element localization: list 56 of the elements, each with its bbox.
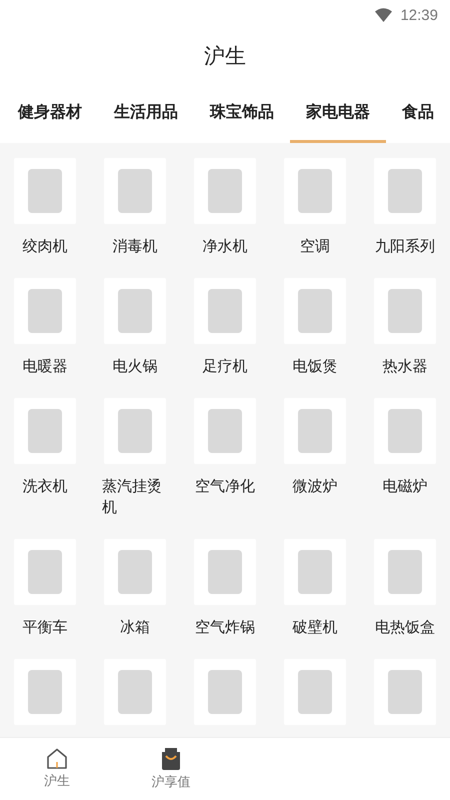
category-tab[interactable]: 生活用品 — [98, 82, 194, 143]
product-label: 微波炉 — [292, 476, 338, 497]
product-photo[interactable] — [194, 659, 256, 725]
product-label: 电磁炉 — [382, 476, 428, 497]
product-label: 消毒机 — [112, 236, 158, 257]
product-photo[interactable] — [14, 278, 76, 344]
product-label: 电热饭盒 — [375, 617, 435, 638]
product-label: 足疗机 — [202, 356, 248, 377]
product-label: 洗衣机 — [22, 476, 68, 497]
product-photo[interactable] — [284, 158, 346, 224]
product-photo[interactable] — [374, 398, 436, 464]
nav-tab[interactable]: 沪享值 — [114, 738, 228, 800]
product-label: 空调 — [300, 236, 330, 257]
nav-tab[interactable]: 沪生 — [0, 738, 114, 800]
product-photo[interactable] — [194, 158, 256, 224]
product-photo[interactable] — [374, 539, 436, 605]
product-label: 九阳系列 — [375, 236, 435, 257]
product-label: 空气炸锅 — [195, 617, 255, 638]
page-title: 沪生 — [204, 43, 246, 70]
product-photo[interactable] — [284, 278, 346, 344]
product-label: 蒸汽挂烫机 — [102, 476, 163, 518]
product-photo[interactable] — [14, 659, 76, 725]
product-photo[interactable] — [14, 539, 76, 605]
product-photo[interactable] — [104, 398, 166, 464]
product-photo[interactable] — [374, 278, 436, 344]
product-photo[interactable] — [194, 278, 256, 344]
product-photo[interactable] — [104, 539, 166, 605]
product-photo[interactable] — [14, 158, 76, 224]
status-time: 12:39 — [400, 6, 438, 24]
product-photo[interactable] — [374, 659, 436, 725]
product-label: 冰箱 — [120, 617, 150, 638]
product-label: 电暖器 — [22, 356, 68, 377]
shopping-bag-icon — [161, 747, 181, 770]
product-photo[interactable] — [374, 158, 436, 224]
product-photo[interactable] — [194, 398, 256, 464]
home-icon — [46, 748, 68, 769]
category-tab[interactable]: 珠宝饰品 — [194, 82, 290, 143]
product-label: 电饭煲 — [292, 356, 338, 377]
category-tab[interactable]: 食品 — [386, 82, 450, 143]
product-label: 热水器 — [382, 356, 428, 377]
wifi-icon — [375, 8, 392, 22]
product-label: 绞肉机 — [22, 236, 68, 257]
product-label: 电火锅 — [112, 356, 158, 377]
product-label: 净水机 — [202, 236, 248, 257]
product-label: 空气净化 — [195, 476, 255, 497]
product-photo[interactable] — [104, 278, 166, 344]
product-photo[interactable] — [284, 539, 346, 605]
product-label: 平衡车 — [22, 617, 68, 638]
product-photo[interactable] — [194, 539, 256, 605]
product-label: 破壁机 — [292, 617, 338, 638]
product-photo[interactable] — [104, 158, 166, 224]
product-photo[interactable] — [14, 398, 76, 464]
product-photo[interactable] — [284, 398, 346, 464]
product-photo[interactable] — [104, 659, 166, 725]
category-tab[interactable]: 健身器材 — [2, 82, 98, 143]
product-photo[interactable] — [284, 659, 346, 725]
